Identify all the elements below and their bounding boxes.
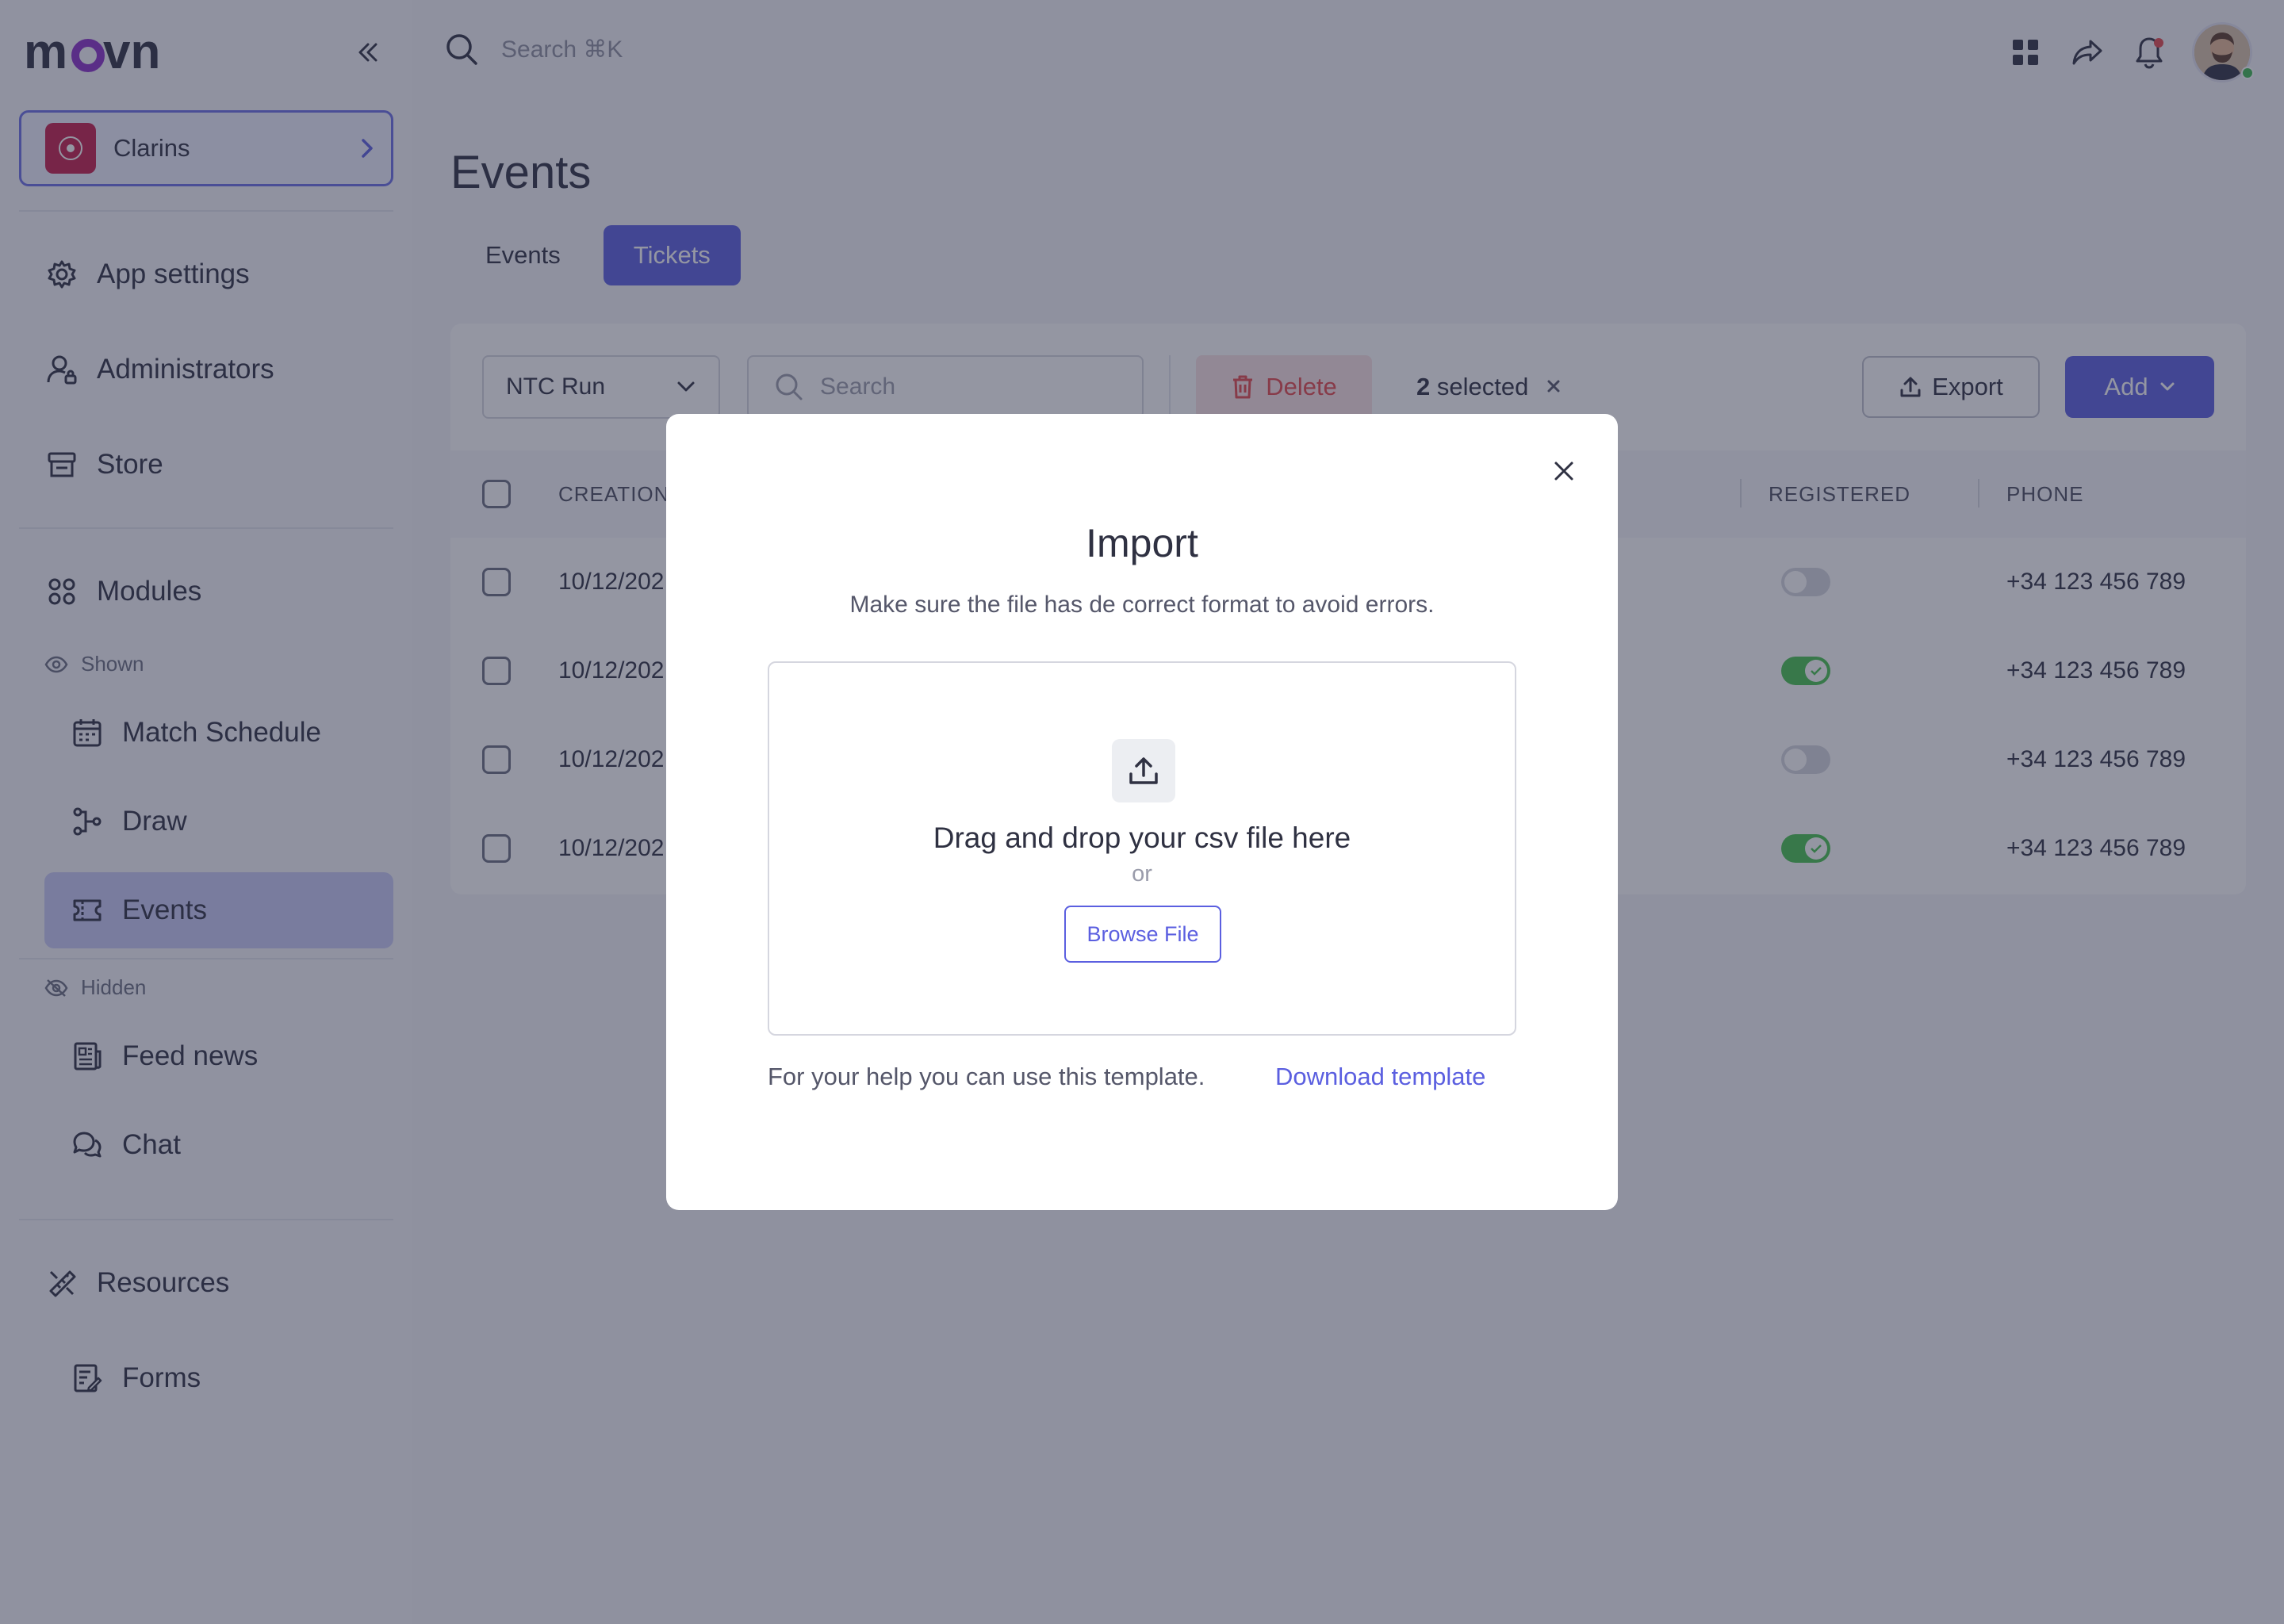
dropzone-title: Drag and drop your csv file here [933,822,1351,854]
browse-file-button[interactable]: Browse File [1064,906,1221,963]
modal-title: Import [1086,521,1198,565]
modal-subtitle: Make sure the file has de correct format… [849,592,1435,618]
download-template-link[interactable]: Download template [1275,1063,1485,1091]
close-icon [1554,462,1573,481]
file-dropzone[interactable]: Drag and drop your csv file here or Brow… [768,661,1516,1036]
close-modal-button[interactable] [1545,452,1583,490]
dropzone-or: or [1132,861,1152,887]
template-help-text: For your help you can use this template. [768,1063,1205,1090]
import-modal: Import Make sure the file has de correct… [666,414,1618,1210]
upload-icon [1112,739,1175,802]
